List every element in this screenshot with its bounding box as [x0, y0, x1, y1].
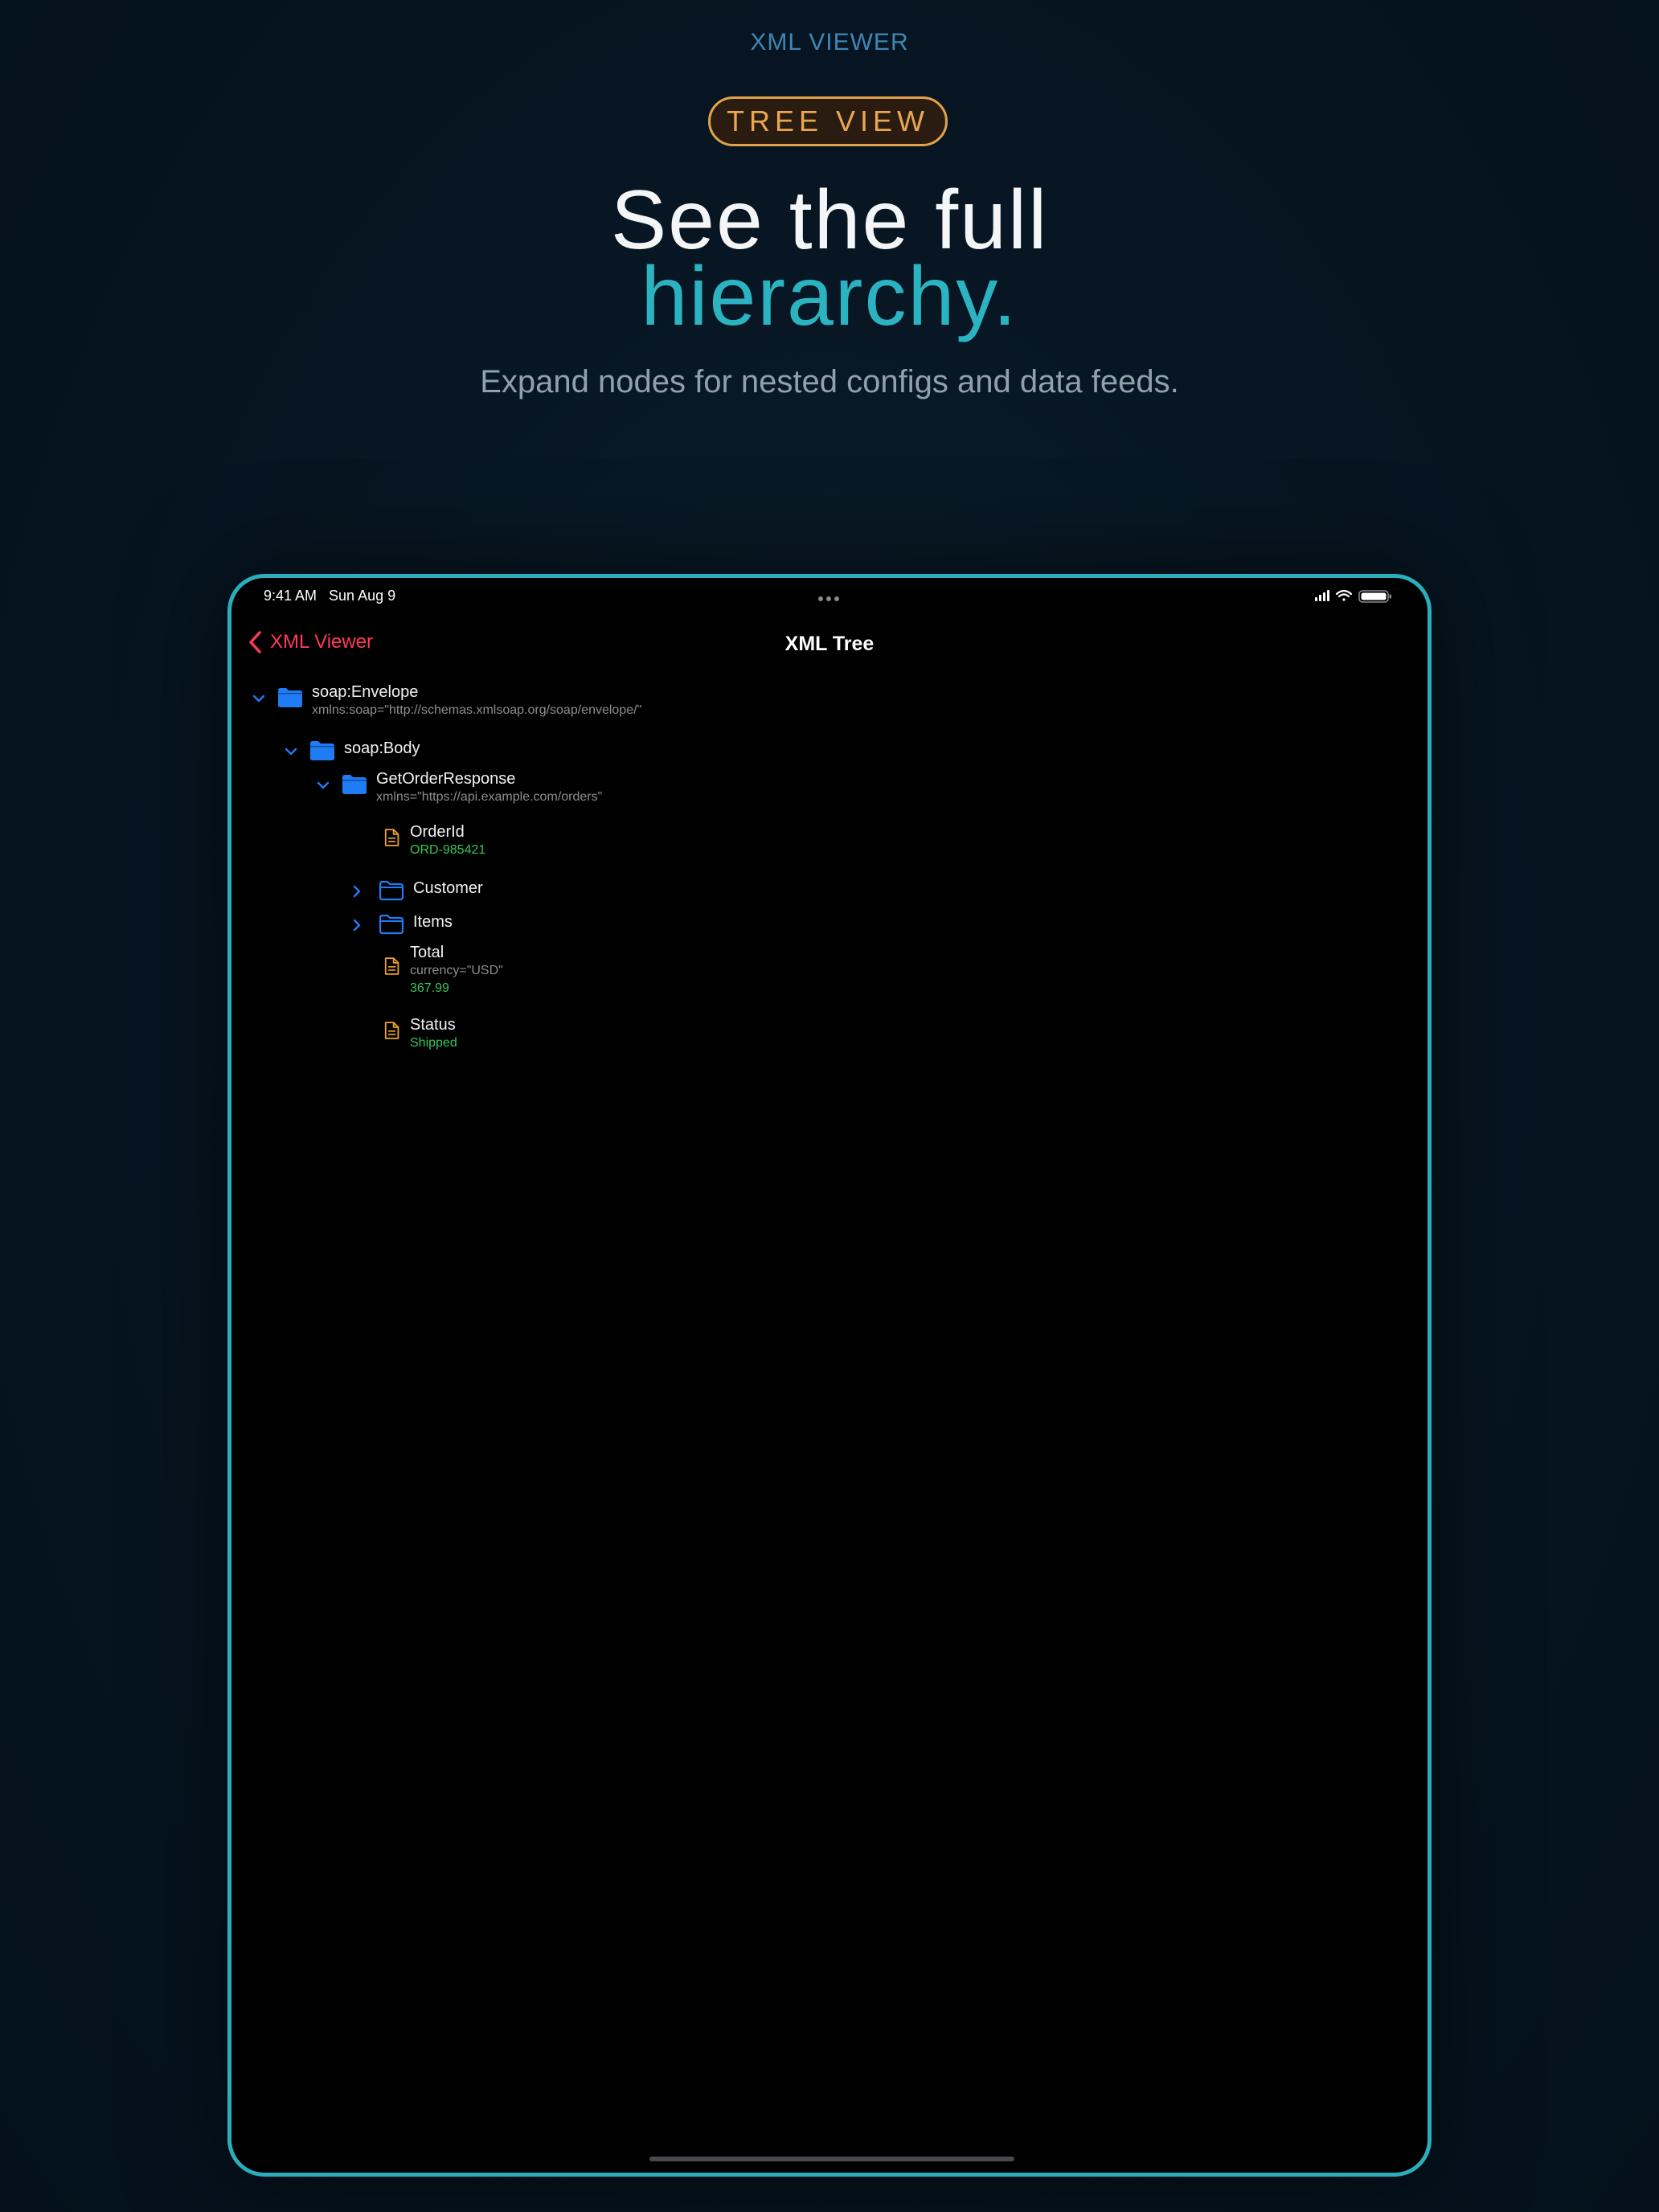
- chevron-right-icon[interactable]: [347, 882, 367, 901]
- status-icons: [1315, 588, 1395, 604]
- document-icon: [384, 1022, 399, 1039]
- chevron-down-icon[interactable]: [313, 776, 333, 795]
- tree-node-total[interactable]: Total currency="USD" 367.99: [381, 943, 503, 997]
- tree-node-body[interactable]: soap:Body: [281, 735, 420, 763]
- node-value: ORD-985421: [410, 843, 486, 857]
- node-attribute: xmlns:soap="http://schemas.xmlsoap.org/s…: [312, 703, 642, 717]
- folder-filled-icon: [310, 741, 334, 760]
- headline-line-2: hierarchy.: [641, 250, 1018, 343]
- folder-outline-icon: [379, 914, 404, 935]
- node-name: Customer: [413, 879, 483, 897]
- battery-icon: [1358, 590, 1391, 603]
- status-time-date: 9:41 AM Sun Aug 9: [264, 588, 396, 604]
- tree-node-status[interactable]: Status Shipped: [381, 1015, 457, 1052]
- wifi-icon: [1335, 589, 1353, 601]
- node-name: Items: [413, 913, 453, 931]
- folder-filled-icon: [278, 688, 302, 707]
- tree-node-get-order-response[interactable]: GetOrderResponse xmlns="https://api.exam…: [313, 769, 602, 806]
- node-attribute: xmlns="https://api.example.com/orders": [376, 790, 603, 804]
- ipad-frame: 9:41 AM Sun Aug 9 XML Viewer XML Tree so…: [227, 574, 1432, 2177]
- document-icon: [384, 829, 399, 846]
- tree-node-order-id[interactable]: OrderId ORD-985421: [381, 822, 485, 859]
- node-value: 367.99: [410, 981, 449, 995]
- status-bar: 9:41 AM Sun Aug 9: [231, 578, 1428, 613]
- node-name: soap:Envelope: [312, 683, 419, 701]
- chevron-right-icon[interactable]: [347, 916, 367, 935]
- folder-filled-icon: [342, 775, 367, 794]
- page-title: XML Tree: [784, 633, 875, 655]
- subtitle: Expand nodes for nested configs and data…: [480, 364, 1179, 399]
- navigation-bar: XML Viewer XML Tree: [231, 618, 1428, 666]
- tree-node-envelope[interactable]: soap:Envelope xmlns:soap="http://schemas…: [249, 682, 641, 719]
- tree-node-customer[interactable]: Customer: [347, 875, 483, 903]
- node-name: OrderId: [410, 823, 465, 841]
- node-name: Total: [410, 944, 444, 961]
- node-name: soap:Body: [344, 739, 420, 757]
- document-icon: [384, 957, 399, 975]
- signal-icon: [1315, 590, 1329, 601]
- folder-outline-icon: [379, 880, 404, 901]
- node-name: GetOrderResponse: [376, 770, 516, 788]
- home-indicator[interactable]: [649, 2157, 1014, 2161]
- node-name: Status: [410, 1016, 456, 1034]
- node-attribute: currency="USD": [410, 964, 503, 977]
- node-value: Shipped: [410, 1036, 457, 1050]
- eyebrow-label: XML VIEWER: [750, 29, 909, 55]
- more-dots-icon[interactable]: [818, 591, 850, 601]
- tree-node-items[interactable]: Items: [347, 909, 453, 936]
- feature-badge: TREE VIEW: [708, 96, 948, 146]
- chevron-down-icon[interactable]: [281, 742, 301, 761]
- chevron-down-icon[interactable]: [249, 689, 268, 708]
